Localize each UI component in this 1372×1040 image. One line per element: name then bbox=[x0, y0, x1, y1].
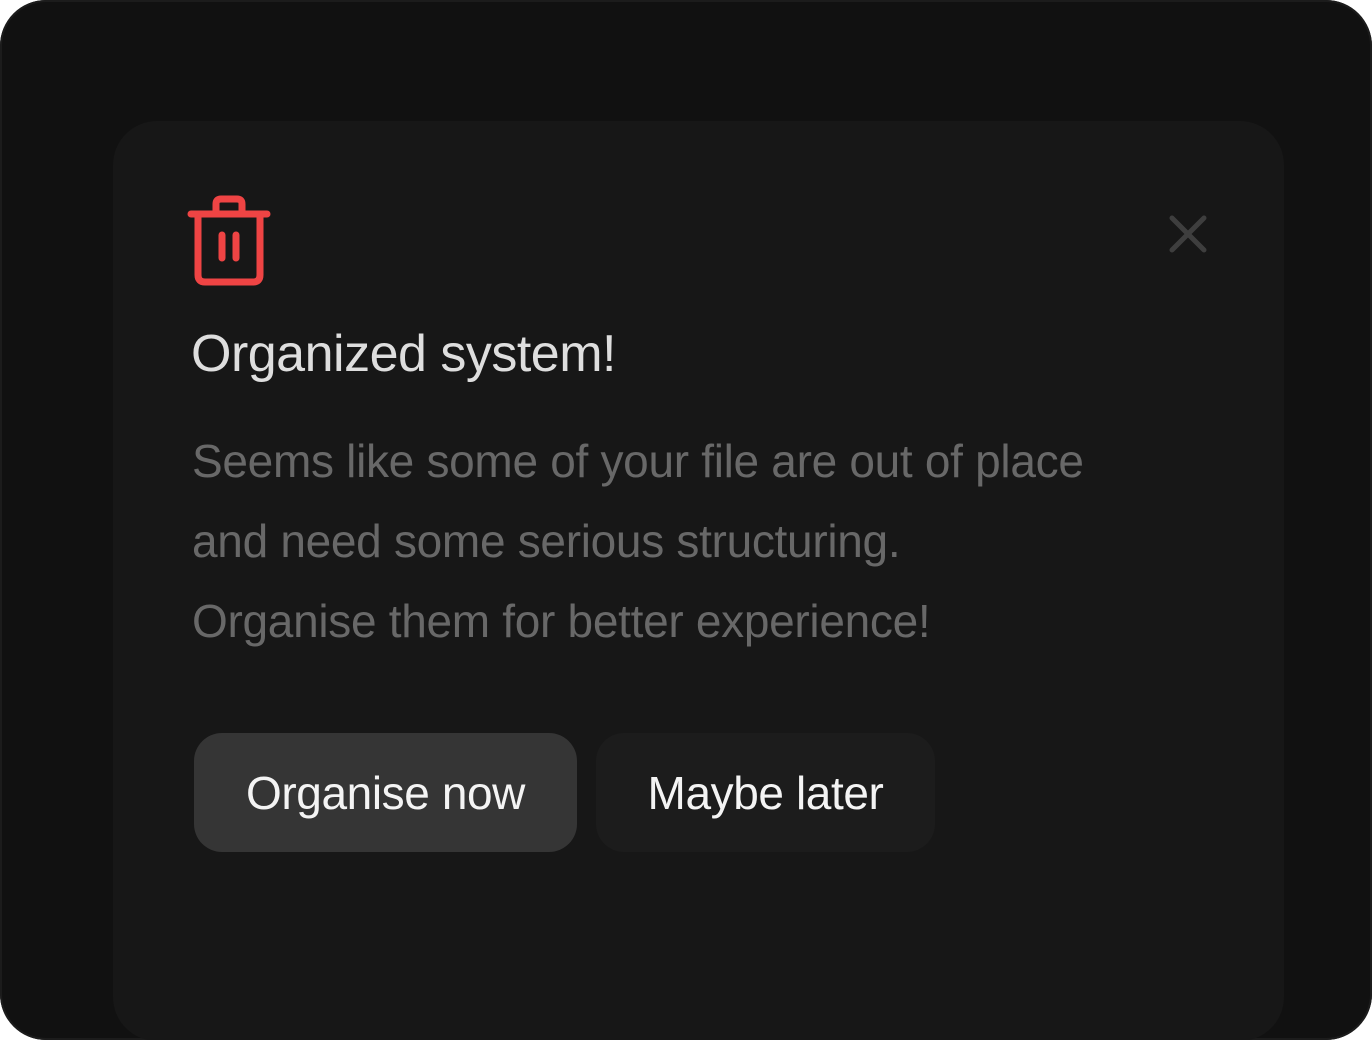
description-line: Seems like some of your file are out of … bbox=[192, 435, 1084, 487]
dialog-description: Seems like some of your file are out of … bbox=[192, 421, 1232, 661]
close-icon bbox=[1169, 215, 1207, 253]
app-frame: Organized system! Seems like some of you… bbox=[0, 0, 1372, 1040]
dialog-title: Organized system! bbox=[191, 325, 617, 383]
maybe-later-button[interactable]: Maybe later bbox=[596, 733, 935, 852]
notification-dialog: Organized system! Seems like some of you… bbox=[113, 121, 1284, 1040]
description-line: and need some serious structuring. bbox=[192, 515, 901, 567]
trash-icon bbox=[187, 195, 271, 287]
close-button[interactable] bbox=[1163, 209, 1213, 259]
description-line: Organise them for better experience! bbox=[192, 595, 931, 647]
organise-now-button[interactable]: Organise now bbox=[194, 733, 577, 852]
